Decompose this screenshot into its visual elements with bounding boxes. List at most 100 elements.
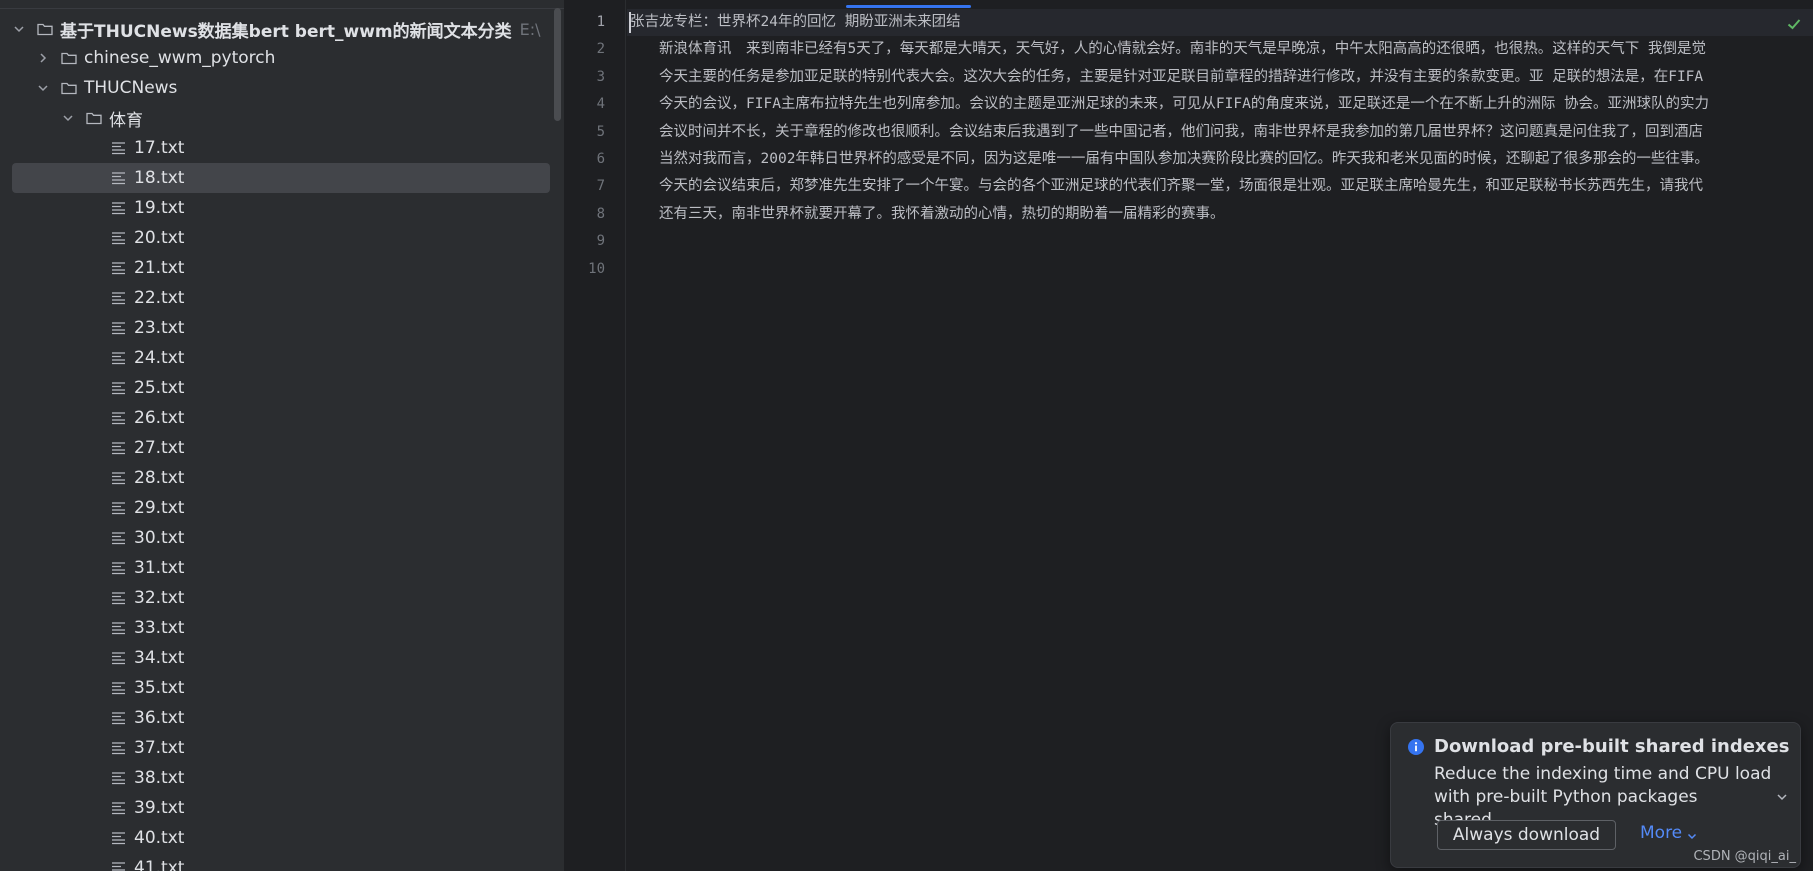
tree-file-label: 18.txt xyxy=(134,168,185,188)
tree-file-label: 27.txt xyxy=(134,438,185,458)
active-tab-indicator xyxy=(846,5,971,8)
code-line[interactable]: 今天的会议，FIFA主席布拉特先生也列席参加。会议的主题是亚洲足球的未来，可见从… xyxy=(630,91,1709,118)
text-file-icon xyxy=(110,229,128,247)
code-line[interactable]: 还有三天，南非世界杯就要开幕了。我怀着激动的心情，热切的期盼着一届精彩的赛事。 xyxy=(630,201,1225,228)
watermark: CSDN @qiqi_ai_ xyxy=(1693,849,1796,864)
chevron-down-icon[interactable] xyxy=(36,81,50,95)
tree-file-label: 29.txt xyxy=(134,498,185,518)
tree-file-item[interactable]: 20.txt xyxy=(0,223,550,253)
tree-file-label: 40.txt xyxy=(134,828,185,848)
text-file-icon xyxy=(110,709,128,727)
tree-file-item[interactable]: 22.txt xyxy=(0,283,550,313)
line-number: 1 xyxy=(596,14,605,30)
text-file-icon xyxy=(110,349,128,367)
code-line[interactable]: 今天的会议结束后，郑梦准先生安排了一个午宴。与会的各个亚洲足球的代表们齐聚一堂，… xyxy=(630,173,1703,200)
tree-file-item[interactable]: 32.txt xyxy=(0,583,550,613)
tree-file-item[interactable]: 21.txt xyxy=(0,253,550,283)
chevron-down-icon[interactable] xyxy=(61,111,75,125)
text-file-icon xyxy=(110,649,128,667)
tree-file-label: 26.txt xyxy=(134,408,185,428)
tree-folder-chinese-wwm[interactable]: chinese_wwm_pytorch xyxy=(0,43,550,73)
tree-file-item[interactable]: 41.txt xyxy=(0,853,550,871)
code-line[interactable]: 会议时间并不长，关于章程的修改也很顺利。会议结束后我遇到了一些中国记者，他们问我… xyxy=(630,119,1703,146)
tree-file-item[interactable]: 39.txt xyxy=(0,793,550,823)
tree-file-item[interactable]: 17.txt xyxy=(0,133,550,163)
info-icon xyxy=(1407,738,1425,756)
tree-file-item[interactable]: 24.txt xyxy=(0,343,550,373)
text-file-icon xyxy=(110,679,128,697)
tree-file-label: 36.txt xyxy=(134,708,185,728)
tree-folder-thucnews[interactable]: THUCNews xyxy=(0,73,550,103)
tree-file-item[interactable]: 23.txt xyxy=(0,313,550,343)
text-file-icon xyxy=(110,259,128,277)
chevron-down-icon[interactable] xyxy=(12,22,26,36)
tree-file-item[interactable]: 33.txt xyxy=(0,613,550,643)
more-link-label: More xyxy=(1640,823,1683,843)
tree-root-folder[interactable]: 基于THUCNews数据集bert bert_wwm的新闻文本分类 E:\ xyxy=(0,14,550,44)
tree-file-item[interactable]: 37.txt xyxy=(0,733,550,763)
tree-file-item[interactable]: 19.txt xyxy=(0,193,550,223)
check-icon[interactable] xyxy=(1785,15,1803,33)
folder-icon xyxy=(60,79,78,97)
text-file-icon xyxy=(110,379,128,397)
chevron-right-icon[interactable] xyxy=(36,51,50,65)
text-file-icon xyxy=(110,859,128,871)
text-file-icon xyxy=(110,439,128,457)
text-file-icon xyxy=(110,799,128,817)
always-download-button[interactable]: Always download xyxy=(1437,820,1616,850)
tree-file-label: 19.txt xyxy=(134,198,185,218)
text-file-icon xyxy=(110,469,128,487)
text-file-icon xyxy=(110,319,128,337)
text-file-icon xyxy=(110,739,128,757)
code-line[interactable]: 新浪体育讯 来到南非已经有5天了，每天都是大晴天，天气好，人的心情就会好。南非的… xyxy=(630,36,1706,63)
line-number: 5 xyxy=(596,123,605,140)
tree-folder-sports[interactable]: 体育 xyxy=(0,103,550,133)
text-file-icon xyxy=(110,619,128,637)
tree-file-item[interactable]: 38.txt xyxy=(0,763,550,793)
text-file-icon xyxy=(110,409,128,427)
folder-icon xyxy=(60,49,78,67)
tree-file-item[interactable]: 26.txt xyxy=(0,403,550,433)
tree-root-path: E:\ xyxy=(519,19,541,39)
line-number: 4 xyxy=(596,96,605,113)
tree-file-item[interactable]: 31.txt xyxy=(0,553,550,583)
tree-file-item[interactable]: 25.txt xyxy=(0,373,550,403)
chevron-down-icon[interactable] xyxy=(1775,789,1789,803)
tree-file-item[interactable]: 40.txt xyxy=(0,823,550,853)
tree-scrollbar[interactable] xyxy=(554,8,561,121)
code-line[interactable]: 今天主要的任务是参加亚足联的特别代表大会。这次大会的任务，主要是针对亚足联目前章… xyxy=(630,64,1703,91)
tree-file-label: 31.txt xyxy=(134,558,185,578)
tree-folder-label: 体育 xyxy=(109,110,143,131)
text-file-icon xyxy=(110,529,128,547)
text-file-icon xyxy=(110,769,128,787)
text-file-icon xyxy=(110,289,128,307)
chevron-down-icon xyxy=(1686,827,1698,840)
text-file-icon xyxy=(110,589,128,607)
tree-file-item[interactable]: 30.txt xyxy=(0,523,550,553)
code-line[interactable]: 张吉龙专栏：世界杯24年的回忆 期盼亚洲未来团结 xyxy=(630,9,961,36)
line-number: 7 xyxy=(596,178,605,195)
text-caret xyxy=(629,12,631,33)
tree-file-label: 20.txt xyxy=(134,228,185,248)
tree-file-label: 17.txt xyxy=(134,138,185,158)
more-link[interactable]: More xyxy=(1640,823,1698,843)
tree-file-item[interactable]: 34.txt xyxy=(0,643,550,673)
text-file-icon xyxy=(110,559,128,577)
tree-file-item[interactable]: 36.txt xyxy=(0,703,550,733)
tree-folder-label: chinese_wwm_pytorch xyxy=(84,48,276,68)
tree-file-label: 25.txt xyxy=(134,378,185,398)
tree-file-item[interactable]: 27.txt xyxy=(0,433,550,463)
line-number: 3 xyxy=(596,68,605,85)
line-number-gutter: 1 2 3 4 5 6 7 8 9 10 xyxy=(564,0,626,871)
tree-file-item[interactable]: 29.txt xyxy=(0,493,550,523)
line-number: 8 xyxy=(596,205,605,222)
line-number: 6 xyxy=(596,151,605,167)
text-file-icon xyxy=(110,829,128,847)
code-line[interactable]: 当然对我而言，2002年韩日世界杯的感受是不同，因为这是唯一一届有中国队参加决赛… xyxy=(630,146,1709,173)
notification-title: Download pre-built shared indexes xyxy=(1434,736,1790,757)
tree-file-label: 41.txt xyxy=(134,858,185,871)
tree-file-item[interactable]: 28.txt xyxy=(0,463,550,493)
tree-file-item[interactable]: 18.txt xyxy=(0,163,550,193)
project-tree: 基于THUCNews数据集bert bert_wwm的新闻文本分类 E:\ ch… xyxy=(0,0,564,871)
tree-file-item[interactable]: 35.txt xyxy=(0,673,550,703)
